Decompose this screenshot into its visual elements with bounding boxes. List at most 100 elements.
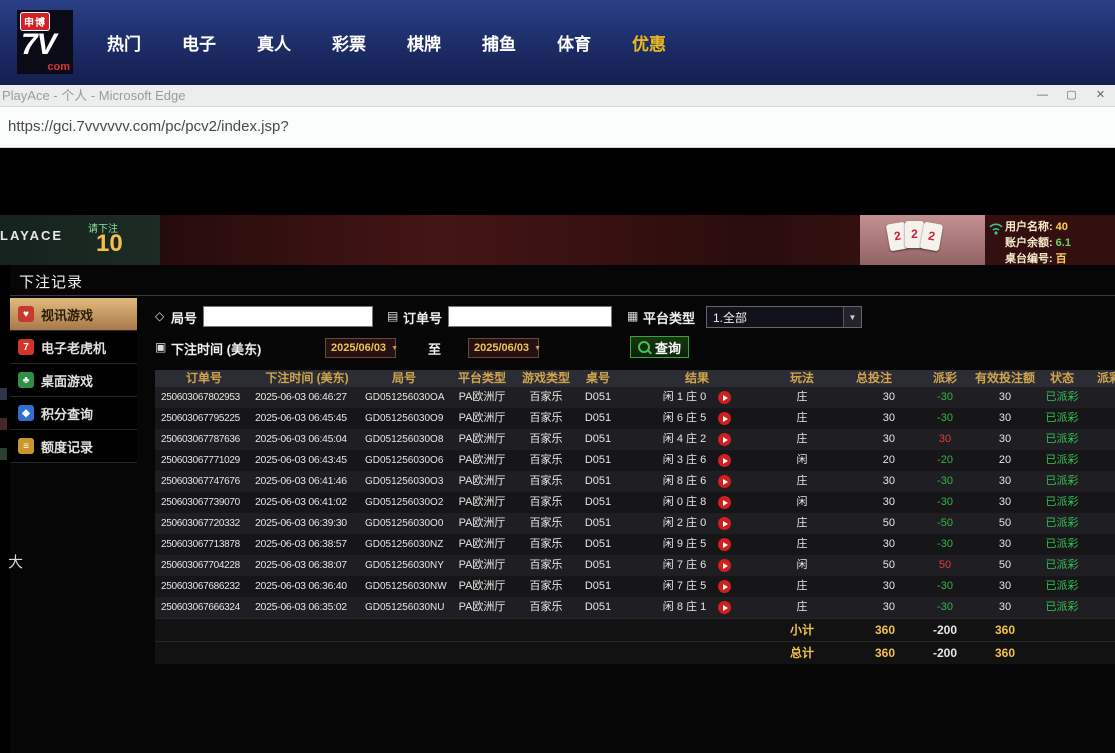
column-header-4: 游戏类型 <box>517 370 575 387</box>
table-row: 2506030677390702025-06-03 06:41:02GD0512… <box>155 492 1115 513</box>
play-video-icon[interactable] <box>718 538 731 551</box>
bet-time: 2025-06-03 06:45:04 <box>253 429 361 450</box>
nav-item-5[interactable]: 捕鱼 <box>482 30 516 55</box>
total-bet: 30 <box>831 471 917 492</box>
valid-bet: 30 <box>973 597 1037 618</box>
sidebar-item-4[interactable]: ≡额度记录 <box>10 430 137 463</box>
valid-bet: 30 <box>973 492 1037 513</box>
round-number: GD051256030O2 <box>361 492 447 513</box>
sidebar-item-2[interactable]: ♣桌面游戏 <box>10 364 137 397</box>
nav-item-7[interactable]: 优惠 <box>632 30 666 55</box>
scene-user-info: 用户名称:40账户余额:6.1桌台编号:百 <box>985 215 1115 265</box>
nav-item-3[interactable]: 彩票 <box>332 30 366 55</box>
user-info-label: 桌台编号: <box>1005 253 1053 265</box>
spacer-cell <box>1037 642 1087 664</box>
platform-type: PA欧洲厅 <box>447 471 517 492</box>
column-header-0: 订单号 <box>155 370 253 387</box>
play-video-icon[interactable] <box>718 580 731 593</box>
result-cell: 闲 1 庄 0 <box>621 387 773 408</box>
payout-time <box>1087 471 1115 492</box>
column-header-6: 结果 <box>621 370 773 387</box>
date-to-select[interactable]: 2025/06/03 ▼ <box>468 338 539 358</box>
grand_total-total-bet: 360 <box>831 642 917 664</box>
spacer-cell <box>575 642 621 664</box>
logo-suffix: com <box>47 61 70 73</box>
spacer-cell <box>361 619 447 641</box>
play-video-icon[interactable] <box>718 454 731 467</box>
game-type: 百家乐 <box>517 387 575 408</box>
table-number: D051 <box>575 576 621 597</box>
play-side: 闲 <box>773 555 831 576</box>
spacer-cell <box>621 642 773 664</box>
close-icon[interactable]: ✕ <box>1086 85 1115 106</box>
url-text[interactable]: https://gci.7vvvvvv.com/pc/pcv2/index.js… <box>8 107 289 147</box>
result-text: 闲 8 庄 6 <box>663 471 706 492</box>
round-number: GD051256030NY <box>361 555 447 576</box>
order-number: 250603067686232 <box>155 576 253 597</box>
sidebar-item-1[interactable]: 7电子老虎机 <box>10 331 137 364</box>
user-info-line: 账户余额:6.1 <box>1005 234 1071 250</box>
spacer-cell <box>253 619 361 641</box>
play-video-icon[interactable] <box>718 433 731 446</box>
game-type: 百家乐 <box>517 597 575 618</box>
round-number: GD051256030O8 <box>361 429 447 450</box>
grand_total-payout: -200 <box>917 642 973 664</box>
platform-type: PA欧洲厅 <box>447 429 517 450</box>
result-text: 闲 1 庄 0 <box>663 387 706 408</box>
search-button[interactable]: 查询 <box>630 336 689 358</box>
platform-type-label: 平台类型 <box>643 308 695 327</box>
play-video-icon[interactable] <box>718 475 731 488</box>
window-title: PlayAce - 个人 - Microsoft Edge <box>2 85 186 106</box>
date-from-select[interactable]: 2025/06/03 ▼ <box>325 338 396 358</box>
order-number-input[interactable] <box>448 306 612 327</box>
nav-item-2[interactable]: 真人 <box>257 30 291 55</box>
round-number-input[interactable] <box>203 306 373 327</box>
minimize-icon[interactable]: — <box>1028 85 1057 106</box>
play-video-icon[interactable] <box>718 517 731 530</box>
sidebar-item-0[interactable]: ♥视讯游戏 <box>10 298 137 331</box>
payout-value: -20 <box>917 450 973 471</box>
bet-time: 2025-06-03 06:39:30 <box>253 513 361 534</box>
nav-item-6[interactable]: 体育 <box>557 30 591 55</box>
result-text: 闲 8 庄 1 <box>663 597 706 618</box>
valid-bet: 30 <box>973 429 1037 450</box>
sidebar-item-3[interactable]: ◆积分查询 <box>10 397 137 430</box>
table-header-row: 订单号下注时间 (美东)局号平台类型游戏类型桌号结果玩法总投注派彩有效投注额状态… <box>155 370 1115 387</box>
play-side: 庄 <box>773 513 831 534</box>
nav-item-0[interactable]: 热门 <box>107 30 141 55</box>
payout-value: 50 <box>917 555 973 576</box>
spacer-cell <box>575 619 621 641</box>
result-text: 闲 6 庄 5 <box>663 408 706 429</box>
table-games-icon: ♣ <box>18 372 34 388</box>
nav-item-4[interactable]: 棋牌 <box>407 30 441 55</box>
maximize-icon[interactable]: ▢ <box>1057 85 1086 106</box>
play-video-icon[interactable] <box>718 601 731 614</box>
status-badge: 已派彩 <box>1037 429 1087 450</box>
total-bet: 30 <box>831 597 917 618</box>
valid-bet: 30 <box>973 408 1037 429</box>
payout-time <box>1087 555 1115 576</box>
payout-value: -30 <box>917 492 973 513</box>
column-header-11: 状态 <box>1037 370 1087 387</box>
valid-bet: 30 <box>973 471 1037 492</box>
payout-time <box>1087 387 1115 408</box>
platform-type: PA欧洲厅 <box>447 576 517 597</box>
play-video-icon[interactable] <box>718 391 731 404</box>
user-info-value: 百 <box>1056 253 1067 265</box>
platform-type-select[interactable]: 1.全部 ▼ <box>706 306 862 328</box>
status-badge: 已派彩 <box>1037 576 1087 597</box>
valid-bet: 30 <box>973 387 1037 408</box>
total-bet: 30 <box>831 534 917 555</box>
site-logo[interactable]: 申博 7V com <box>17 10 73 74</box>
valid-bet: 50 <box>973 555 1037 576</box>
subtotal-total-bet: 360 <box>831 619 917 641</box>
play-video-icon[interactable] <box>718 412 731 425</box>
table-row: 2506030677876362025-06-03 06:45:04GD0512… <box>155 429 1115 450</box>
play-video-icon[interactable] <box>718 559 731 572</box>
scene-table-left: LAYACE 请下注 10 <box>0 215 160 265</box>
address-bar[interactable]: https://gci.7vvvvvv.com/pc/pcv2/index.js… <box>0 107 1115 148</box>
total-bet: 50 <box>831 513 917 534</box>
result-cell: 闲 8 庄 6 <box>621 471 773 492</box>
nav-item-1[interactable]: 电子 <box>182 30 216 55</box>
play-video-icon[interactable] <box>718 496 731 509</box>
